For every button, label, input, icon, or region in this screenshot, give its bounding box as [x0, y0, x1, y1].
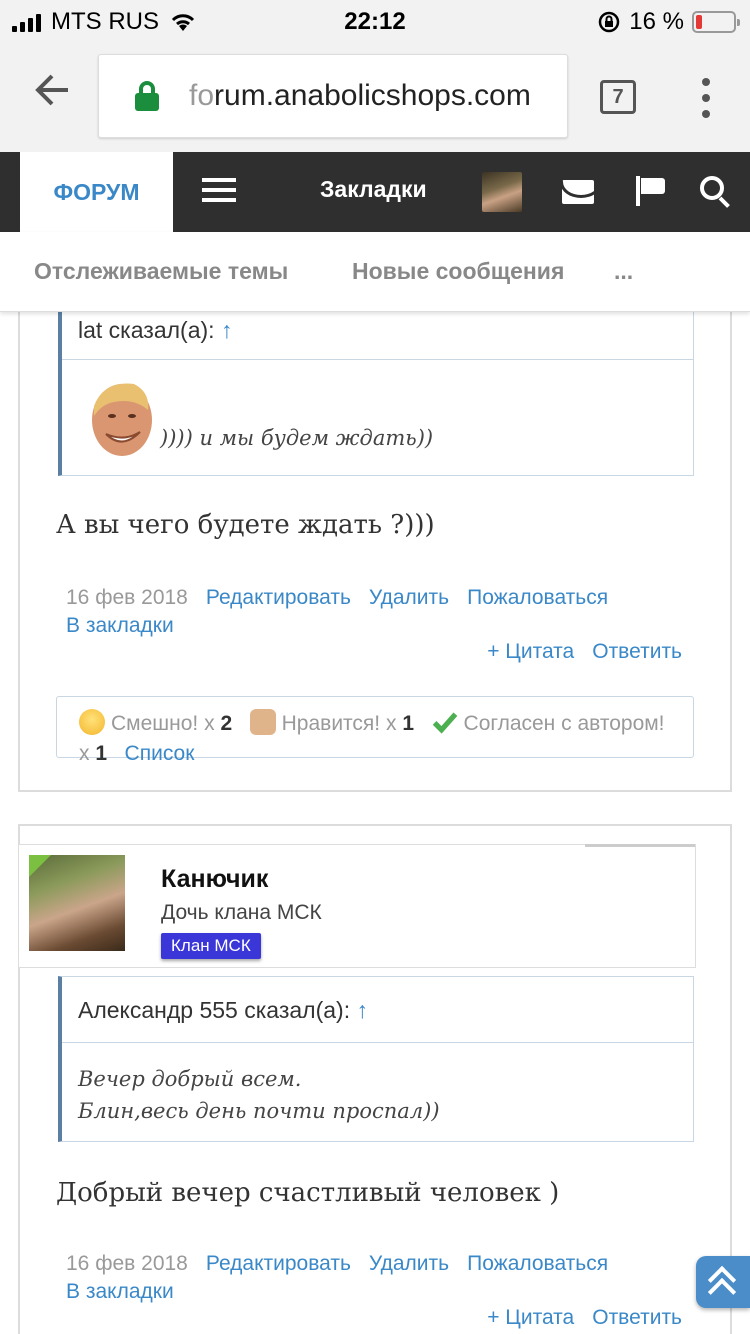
post2-reply-button[interactable]: Ответить	[592, 1306, 682, 1329]
post2-delete-link[interactable]: Удалить	[369, 1252, 449, 1275]
post1-quote-button[interactable]: + Цитата	[487, 640, 574, 663]
subnav-watched-threads[interactable]: Отслеживаемые темы	[34, 258, 288, 285]
url-text: forum.anabolicshops.com	[189, 79, 531, 113]
post2-user-card: Канючик Дочь клана МСК Клан МСК	[18, 844, 696, 968]
post2-username[interactable]: Канючик	[161, 865, 268, 894]
post1-reactions: Смешно! x 2 Нравится! x 1 Согласен с авт…	[56, 696, 694, 765]
reaction-agree-x: x	[79, 742, 90, 765]
post2-bookmark-link[interactable]: В закладки	[66, 1280, 174, 1303]
battery-fill	[696, 15, 702, 29]
url-main: rum.anabolicshops.com	[214, 79, 531, 112]
reaction-like-label: Нравится!	[281, 712, 381, 735]
post1-message: А вы чего будете ждать ?)))	[56, 510, 435, 540]
reaction-agree-label: Согласен с автором!	[463, 712, 665, 735]
post2-quote-body: Вечер добрый всем. Блин,весь день почти …	[62, 1043, 693, 1127]
screen: MTS RUS 22:12 16 % forum.anabolicshops.c…	[0, 0, 750, 1334]
lock-icon	[135, 81, 159, 111]
post2-user-title: Дочь клана МСК	[161, 901, 322, 924]
flag-icon[interactable]	[636, 176, 666, 206]
reaction-like-x: x	[385, 712, 397, 735]
bookmarks-link[interactable]: Закладки	[320, 176, 427, 203]
scroll-top-icon[interactable]	[696, 1256, 750, 1308]
post1-quote: lat сказал(а): ↑ )))) и мы будем ждать))	[58, 292, 694, 476]
post1-report-link[interactable]: Пожаловаться	[467, 586, 608, 609]
sub-nav: Отслеживаемые темы Новые сообщения ...	[0, 232, 750, 312]
post1-actions: + Цитата Ответить	[469, 640, 682, 664]
hamburger-icon[interactable]	[202, 178, 236, 202]
post2-edit-link[interactable]: Редактировать	[206, 1252, 351, 1275]
reaction-like-count: 1	[402, 712, 415, 735]
thumbs-up-icon	[249, 709, 276, 735]
post1-edit-link[interactable]: Редактировать	[206, 586, 351, 609]
battery-icon	[692, 11, 740, 33]
subnav-more[interactable]: ...	[614, 258, 633, 285]
back-arrow-icon	[35, 74, 68, 106]
card-tab	[585, 844, 695, 848]
back-button[interactable]	[32, 70, 80, 118]
post2-date[interactable]: 16 фев 2018	[66, 1252, 188, 1275]
post1-quote-body: )))) и мы будем ждать))	[62, 360, 693, 476]
post1-delete-link[interactable]: Удалить	[369, 586, 449, 609]
search-icon[interactable]	[700, 176, 734, 210]
menu-dots-icon[interactable]	[700, 78, 712, 118]
url-prefix: fo	[189, 79, 215, 112]
envelope-icon[interactable]	[562, 180, 594, 204]
post1-date[interactable]: 16 фев 2018	[66, 586, 188, 609]
post2-user-badge: Клан МСК	[161, 933, 261, 959]
post1-quote-jump[interactable]: ↑	[221, 317, 233, 343]
face-smiley-image	[92, 383, 152, 456]
post2-actions: + Цитата Ответить	[469, 1306, 682, 1330]
post1-meta: 16 фев 2018 Редактировать Удалить Пожаловат…	[66, 584, 626, 640]
post1-reply-button[interactable]: Ответить	[592, 640, 682, 663]
reactions-list-link[interactable]: Список	[125, 742, 195, 765]
reaction-agree-count: 1	[95, 742, 108, 765]
checkmark-icon	[432, 712, 457, 734]
post2-quote-head: Александр 555 сказал(а): ↑	[62, 977, 693, 1043]
address-bar[interactable]: forum.anabolicshops.com	[98, 54, 568, 138]
post1-bookmark-link[interactable]: В закладки	[66, 614, 174, 637]
post2-quote-line2: Блин,весь день почти проспал))	[78, 1099, 440, 1123]
user-avatar-nav[interactable]	[482, 172, 522, 212]
content: lat сказал(а): ↑ )))) и мы будем ждать))…	[0, 292, 750, 1334]
post1-quote-author: lat сказал(а):	[78, 317, 215, 343]
status-bar: MTS RUS 22:12 16 %	[0, 0, 750, 40]
post2-quote-jump[interactable]: ↑	[356, 997, 368, 1023]
post2-meta: 16 фев 2018 Редактировать Удалить Пожаловат…	[66, 1250, 626, 1306]
battery-percent: 16 %	[629, 8, 684, 35]
post2-quote-button[interactable]: + Цитата	[487, 1306, 574, 1329]
reaction-funny-label: Смешно!	[111, 712, 199, 735]
reaction-funny-x: x	[204, 712, 215, 735]
browser-toolbar: forum.anabolicshops.com 7	[0, 40, 750, 152]
post2-quote-line1: Вечер добрый всем.	[78, 1067, 302, 1091]
forum-nav: ФОРУМ Закладки	[0, 152, 750, 232]
laugh-emoji-icon	[79, 709, 105, 735]
post2-message: Добрый вечер счастливый человек )	[56, 1178, 560, 1208]
tab-forum[interactable]: ФОРУМ	[20, 152, 173, 232]
reaction-funny-count: 2	[220, 712, 233, 735]
post2-quote-author: Александр 555 сказал(а):	[78, 997, 351, 1023]
online-indicator	[29, 855, 51, 877]
tabs-button[interactable]: 7	[600, 80, 636, 114]
post1-quote-text: )))) и мы будем ждать))	[160, 426, 434, 450]
status-right: 16 %	[597, 8, 740, 36]
rotation-lock-icon	[599, 11, 620, 33]
post2-quote: Александр 555 сказал(а): ↑ Вечер добрый …	[58, 976, 694, 1142]
subnav-new-posts[interactable]: Новые сообщения	[352, 258, 564, 285]
post2-report-link[interactable]: Пожаловаться	[467, 1252, 608, 1275]
